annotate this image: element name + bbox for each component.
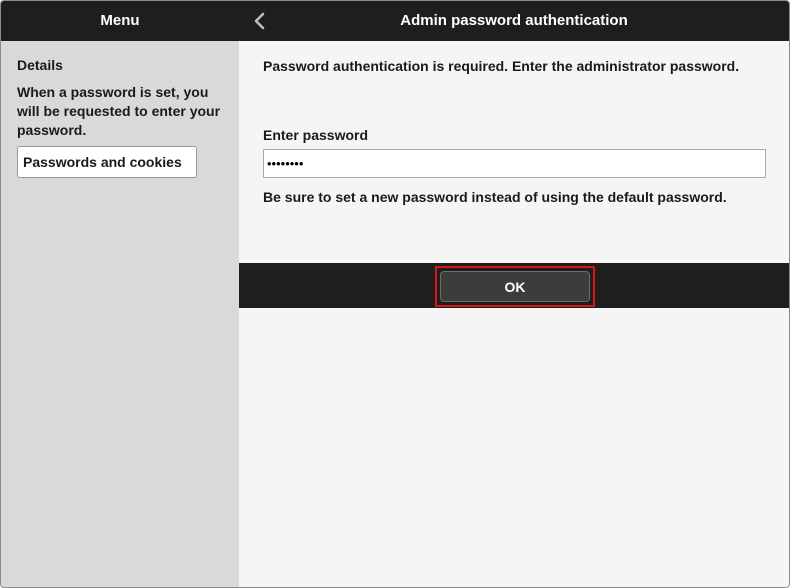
sidebar: Details When a password is set, you will… — [1, 41, 239, 587]
main-content: Password authentication is required. Ent… — [239, 41, 789, 587]
passwords-and-cookies-button[interactable]: Passwords and cookies — [17, 146, 197, 178]
details-text: When a password is set, you will be requ… — [17, 84, 221, 138]
password-field-label: Enter password — [263, 127, 369, 143]
action-bar: OK — [239, 263, 789, 308]
app-window: Menu Admin password authentication Detai… — [0, 0, 790, 588]
default-password-note: Be sure to set a new password instead of… — [263, 189, 727, 205]
instruction-text: Password authentication is required. Ent… — [263, 58, 740, 74]
page-title: Admin password authentication — [400, 12, 628, 29]
top-bar: Menu Admin password authentication — [1, 1, 789, 41]
menu-title: Menu — [100, 12, 140, 29]
password-input[interactable] — [263, 149, 766, 178]
details-heading: Details — [17, 57, 63, 73]
ok-button[interactable]: OK — [440, 271, 590, 302]
